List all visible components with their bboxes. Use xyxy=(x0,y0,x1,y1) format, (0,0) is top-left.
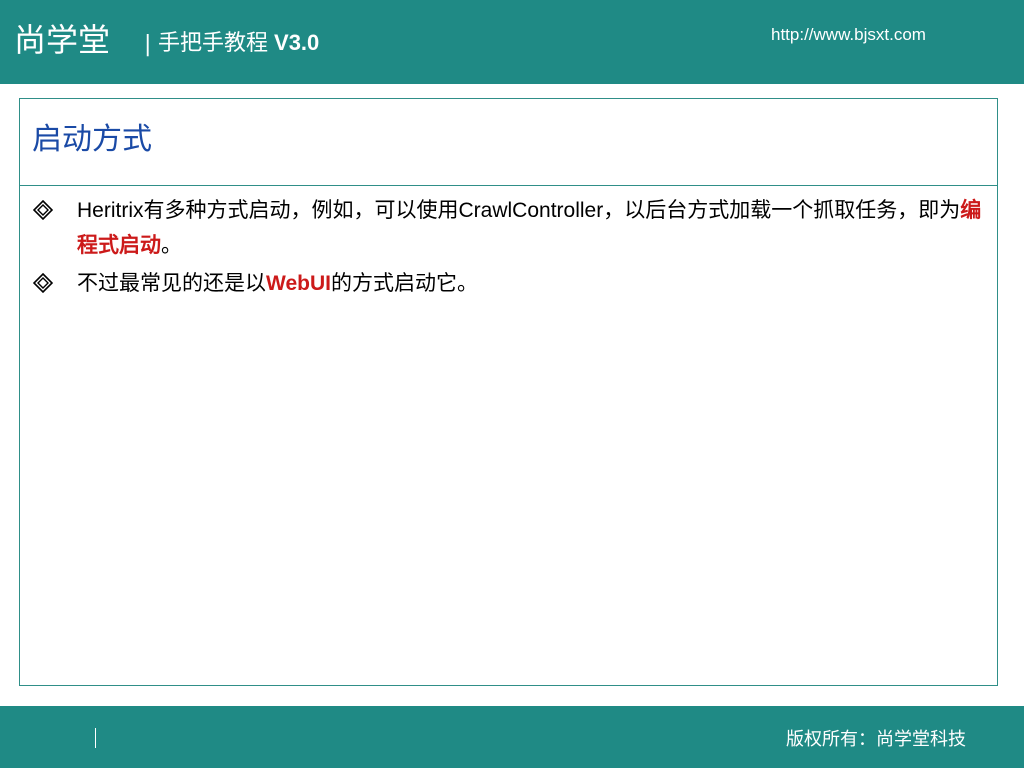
bullet-1-part-4: ，以后台方式加载一个抓取任务，即为 xyxy=(603,198,961,222)
bullet-2-part-1: 不过最常见的还是以 xyxy=(77,271,266,295)
header-subtitle-text: 手把手教程 xyxy=(158,31,269,56)
bullet-2-highlight: WebUI xyxy=(266,272,331,295)
header-version: V3.0 xyxy=(274,30,320,55)
bullet-list: Heritrix有多种方式启动，例如，可以使用CrawlController，以… xyxy=(20,193,997,301)
header-separator: | xyxy=(144,32,152,57)
bullet-1-part-2: 有多种方式启动，例如，可以使用 xyxy=(143,198,459,222)
footer-divider xyxy=(95,728,96,748)
footer-copyright: 版权所有：尚学堂科技 xyxy=(786,729,966,750)
bullet-1-part-1: Heritrix xyxy=(77,199,144,222)
footer-bar: 版权所有：尚学堂科技 xyxy=(0,706,1024,768)
header-subtitle: 手把手教程 V3.0 xyxy=(158,28,319,59)
bullet-2-text: 不过最常见的还是以WebUI的方式启动它。 xyxy=(77,271,478,295)
header-bar: 尚学堂 | 手把手教程 V3.0 http://www.bjsxt.com xyxy=(0,0,1024,84)
bullet-1-part-3: CrawlController xyxy=(458,199,604,222)
slide-title: 启动方式 xyxy=(32,122,152,157)
bullet-1-text: Heritrix有多种方式启动，例如，可以使用CrawlController，以… xyxy=(77,197,981,257)
bullet-item-1: Heritrix有多种方式启动，例如，可以使用CrawlController，以… xyxy=(20,193,997,262)
bullet-1-part-6: 。 xyxy=(161,233,182,257)
slide-content-box: 启动方式 Heritrix有多种方式启动，例如，可以使用CrawlControl… xyxy=(19,98,998,686)
bullet-item-2: 不过最常见的还是以WebUI的方式启动它。 xyxy=(20,266,997,301)
brand-logo-text: 尚学堂 xyxy=(14,21,111,59)
bullet-2-part-3: 的方式启动它。 xyxy=(330,271,478,295)
diamond-bullet-icon xyxy=(33,200,53,220)
diamond-bullet-icon xyxy=(33,273,53,293)
header-url-link[interactable]: http://www.bjsxt.com xyxy=(771,24,926,46)
title-divider xyxy=(20,185,997,186)
